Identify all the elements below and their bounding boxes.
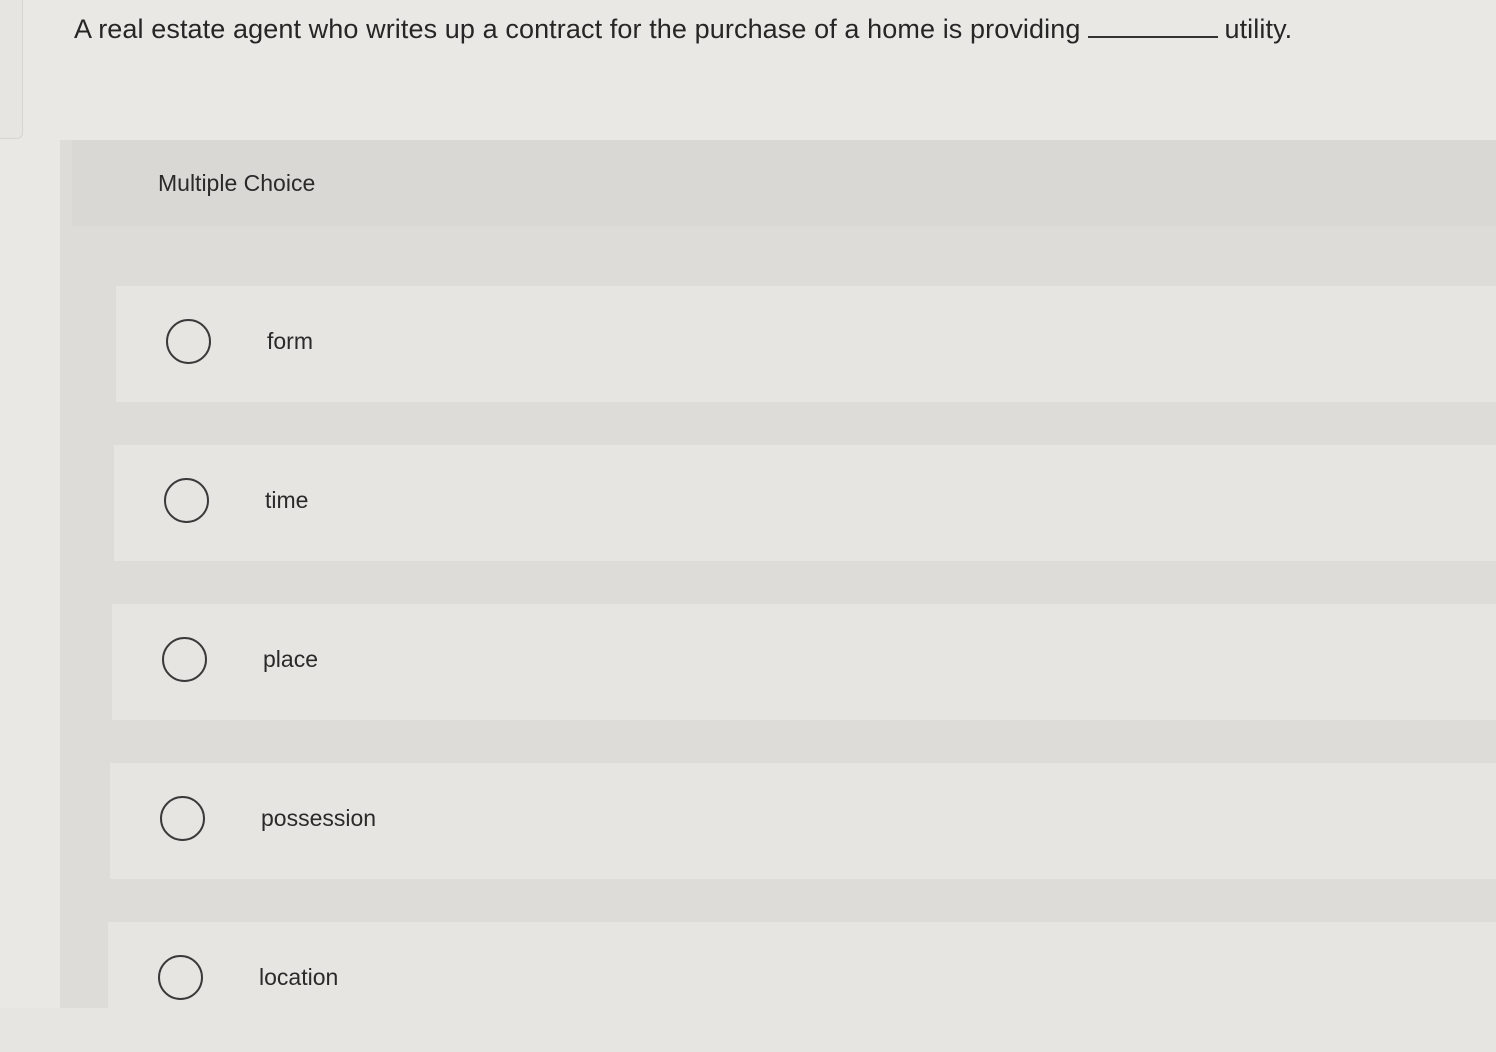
- page-footer-area: [0, 1008, 1496, 1052]
- radio-button-icon[interactable]: [162, 637, 207, 682]
- option-label: place: [263, 646, 318, 672]
- panel-header: Multiple Choice: [72, 140, 1496, 226]
- panel-title: Multiple Choice: [158, 170, 316, 196]
- option-label: form: [267, 328, 313, 354]
- option-place[interactable]: place: [112, 604, 1496, 720]
- option-form[interactable]: form: [116, 286, 1496, 402]
- options-list: form time place possession location: [108, 286, 1496, 1038]
- option-label: time: [265, 487, 309, 513]
- question-prefix: A real estate agent who writes up a cont…: [74, 14, 1081, 44]
- option-time[interactable]: time: [114, 445, 1496, 561]
- radio-button-icon[interactable]: [158, 955, 203, 1000]
- radio-button-icon[interactable]: [164, 478, 209, 523]
- answer-blank: [1088, 36, 1219, 38]
- side-tab: [0, 0, 23, 139]
- radio-button-icon[interactable]: [166, 319, 211, 364]
- question-suffix: utility.: [1224, 14, 1293, 44]
- option-label: possession: [261, 805, 377, 831]
- question-text: A real estate agent who writes up a cont…: [74, 14, 1292, 45]
- option-possession[interactable]: possession: [110, 763, 1496, 879]
- multiple-choice-panel: Multiple Choice form time place possessi…: [60, 140, 1496, 1038]
- option-label: location: [259, 964, 339, 990]
- radio-button-icon[interactable]: [160, 796, 205, 841]
